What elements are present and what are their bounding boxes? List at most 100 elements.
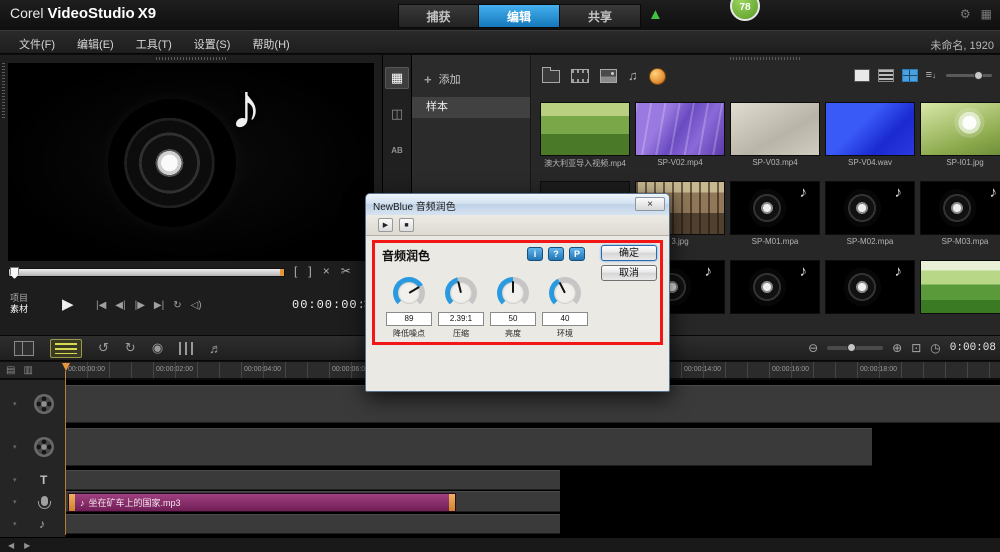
knob-label: 降低噪点 — [385, 328, 433, 339]
home-button[interactable]: |◀ — [96, 300, 106, 311]
zoom-in-icon[interactable]: ⊕ — [892, 341, 902, 355]
repeat-button[interactable]: ↻ — [173, 300, 181, 311]
library-thumbnail[interactable]: SP-M01.mpa — [730, 181, 820, 246]
thumbnail-image — [825, 260, 915, 314]
track-toggle-icon[interactable]: ▾ — [13, 498, 17, 506]
mark-out-button[interactable]: ] — [308, 264, 311, 278]
library-thumbnail[interactable]: SP-M02.mpa — [825, 181, 915, 246]
scroll-right-button[interactable]: ▶ — [24, 541, 30, 550]
end-button[interactable]: ▶| — [154, 300, 164, 311]
transition-panel-icon[interactable]: ◫ — [385, 103, 409, 125]
library-thumbnail[interactable]: SP-M03.mpa — [920, 181, 1000, 246]
fit-timeline-icon[interactable]: ⊡ — [911, 341, 921, 355]
menu-settings[interactable]: 设置(S) — [185, 34, 240, 54]
menu-tools[interactable]: 工具(T) — [127, 34, 181, 54]
overlay-track-body[interactable] — [66, 428, 872, 466]
playhead-marker[interactable] — [62, 363, 70, 371]
thumbnail-image — [920, 181, 1000, 235]
timeline-toolbar-left: ↺ ↻ ◉ ♬ — [14, 338, 222, 358]
menu-help[interactable]: 帮助(H) — [243, 34, 298, 54]
tab-capture[interactable]: 捕获 — [398, 4, 479, 28]
timeline-view-icon[interactable] — [50, 339, 82, 358]
menu-file[interactable]: 文件(F) — [10, 34, 64, 54]
media-panel-icon[interactable]: ▦ — [385, 67, 409, 89]
library-thumbnail[interactable] — [920, 260, 1000, 316]
effect-play-button[interactable]: ▶ — [378, 218, 393, 232]
record-capture-icon[interactable]: ◉ — [152, 340, 163, 356]
track-toggle-icon[interactable]: ▾ — [13, 443, 17, 451]
music-clip[interactable]: ♪ 坐在矿车上的国家.mp3 — [68, 493, 456, 512]
gear-icon[interactable]: ⚙ — [960, 7, 971, 21]
scroll-left-button[interactable]: ◀ — [8, 541, 14, 550]
split-button[interactable]: ✂ — [341, 264, 351, 278]
thumbnail-label: SP-V02.mp4 — [635, 158, 725, 167]
prev-frame-button[interactable]: ◀| — [115, 300, 125, 311]
timeline-tracks: ▾▾▾T▾▾♪ ♪ 坐在矿车上的国家.mp3 — [0, 380, 1000, 537]
next-frame-button[interactable]: |▶ — [135, 300, 145, 311]
zoom-out-icon[interactable]: ⊖ — [808, 341, 818, 355]
undo-icon[interactable]: ↺ — [98, 340, 109, 356]
clock-icon[interactable]: ◷ — [930, 341, 940, 355]
tab-share[interactable]: 共享 — [560, 4, 641, 28]
volume-button[interactable]: ◁) — [191, 300, 202, 311]
seek-bar[interactable] — [8, 268, 285, 277]
thumbnail-label: 澳大利亚导入视频.mp4 — [540, 158, 630, 169]
auto-music-icon[interactable]: ♬ — [209, 341, 222, 356]
help-button[interactable]: ? — [548, 247, 564, 261]
tab-edit[interactable]: 编辑 — [479, 4, 560, 28]
knob-dial[interactable] — [445, 277, 477, 309]
project-duration: 0:00:08 — [950, 342, 996, 354]
title-panel-icon[interactable]: AB — [385, 139, 409, 161]
add-folder-button[interactable]: + 添加 — [424, 71, 461, 87]
category-sample[interactable]: 样本 — [412, 97, 530, 118]
monitor-icon[interactable]: ▦ — [981, 7, 992, 21]
library-thumbnail[interactable]: SP-I01.jpg — [920, 102, 1000, 167]
timeline-scrollbar: ◀ ▶ — [0, 537, 1000, 552]
track-toggle-icon[interactable]: ▾ — [13, 520, 17, 528]
music-track-body[interactable] — [66, 514, 560, 534]
track-toggle-icon[interactable]: ▾ — [13, 476, 17, 484]
knob-label: 亮度 — [489, 328, 537, 339]
info-button[interactable]: i — [527, 247, 543, 261]
library-thumbnail[interactable]: SP-V03.mp4 — [730, 102, 820, 167]
menu-edit[interactable]: 编辑(E) — [68, 34, 123, 54]
overlay-track-header[interactable]: ▾ — [0, 428, 65, 466]
library-thumbnail[interactable] — [730, 260, 820, 316]
title-track-header[interactable]: ▾T — [0, 470, 65, 490]
music-note-graphic — [230, 69, 262, 143]
ok-button[interactable]: 确定 — [601, 245, 657, 261]
video-track-header[interactable]: ▾ — [0, 385, 65, 423]
knob-pointer-icon — [408, 286, 419, 294]
voice-track-header[interactable]: ▾ — [0, 491, 65, 512]
library-thumbnail[interactable]: SP-V04.wav — [825, 102, 915, 167]
knob-dial[interactable] — [497, 277, 529, 309]
track-grid-icon[interactable]: ▥ — [23, 365, 32, 376]
dialog-title-bar[interactable]: NewBlue 音频润色 × — [366, 194, 669, 216]
knob-dial[interactable] — [393, 277, 425, 309]
preset-button[interactable]: P — [569, 247, 585, 261]
library-thumbnail[interactable]: SP-V02.mp4 — [635, 102, 725, 167]
zoom-slider-handle[interactable] — [847, 343, 856, 352]
clip-mode-label[interactable]: 素材 — [10, 304, 28, 315]
mark-in-button[interactable]: [ — [294, 264, 297, 278]
seek-handle[interactable] — [10, 267, 19, 279]
track-list-icon[interactable]: ▤ — [6, 365, 15, 376]
title-bar: CorelVideoStudioX9 捕获编辑共享 ▲ 78 ⚙▦ — [0, 0, 1000, 31]
play-button[interactable]: ▶ — [62, 295, 74, 313]
music-track-header[interactable]: ▾♪ — [0, 514, 65, 534]
project-mode-label[interactable]: 项目 — [10, 293, 28, 304]
library-thumbnail[interactable] — [825, 260, 915, 316]
sound-mixer-icon[interactable] — [179, 342, 193, 355]
delete-button[interactable]: × — [323, 264, 330, 278]
redo-icon[interactable]: ↻ — [125, 340, 136, 356]
upgrade-arrow-icon[interactable]: ▲ — [648, 6, 663, 23]
title-track-body[interactable] — [66, 470, 560, 490]
storyboard-view-icon[interactable] — [14, 341, 34, 356]
close-icon[interactable]: × — [635, 197, 665, 211]
library-thumbnail[interactable]: 澳大利亚导入视频.mp4 — [540, 102, 630, 169]
effect-stop-button[interactable]: ■ — [399, 218, 414, 232]
thumbnail-label: SP-M03.mpa — [920, 237, 1000, 246]
track-toggle-icon[interactable]: ▾ — [13, 400, 17, 408]
zoom-slider[interactable] — [827, 346, 883, 350]
knob-dial[interactable] — [549, 277, 581, 309]
